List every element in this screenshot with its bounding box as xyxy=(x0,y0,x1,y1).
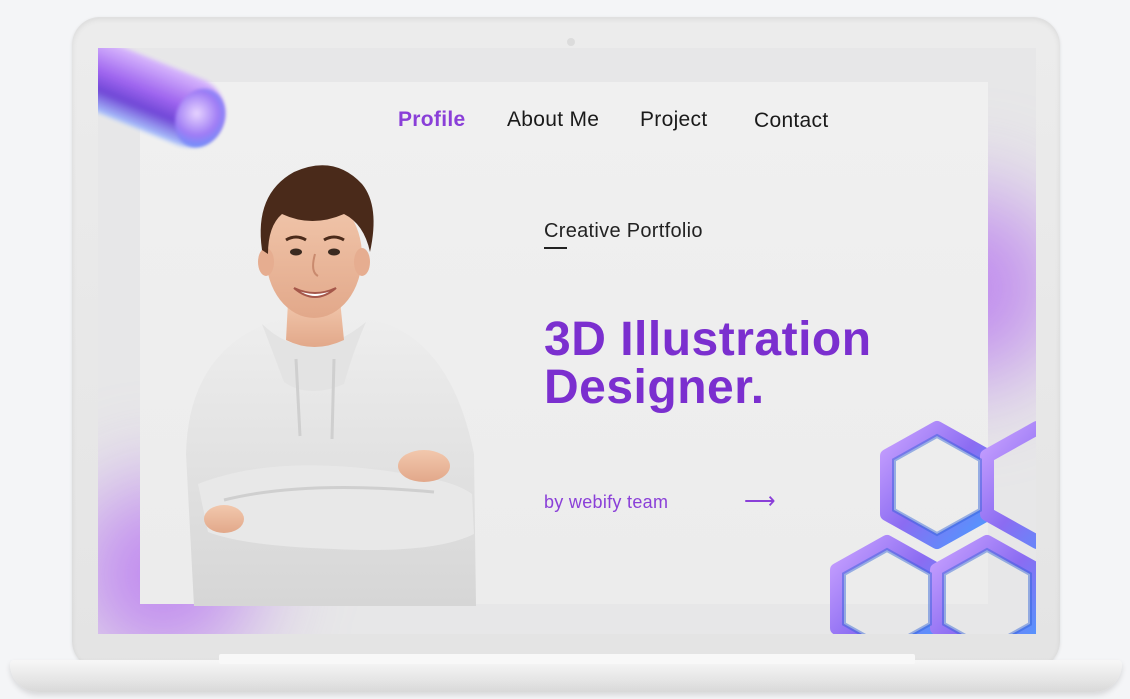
page-title: 3D Illustration Designer. xyxy=(544,316,872,412)
nav-item-about-me[interactable]: About Me xyxy=(507,108,599,132)
nav-item-profile[interactable]: Profile xyxy=(398,108,465,132)
portrait-image xyxy=(186,165,476,606)
laptop-base xyxy=(10,660,1122,692)
tagline: Creative Portfolio xyxy=(544,220,703,242)
byline: by webify team xyxy=(544,492,669,512)
headline-line-2: Designer. xyxy=(544,361,765,414)
laptop-screen: Profile About Me Project Contact Creativ… xyxy=(98,48,1036,634)
arrow-right-icon[interactable]: ⟶ xyxy=(744,488,776,514)
tagline-underline xyxy=(544,247,567,249)
camera-icon xyxy=(567,38,575,46)
nav-item-project[interactable]: Project xyxy=(640,108,707,132)
laptop-base-notch xyxy=(219,654,915,664)
nav-item-contact[interactable]: Contact xyxy=(754,109,828,133)
hexagon-3d-icon xyxy=(830,421,1036,634)
headline-line-1: 3D Illustration xyxy=(544,313,872,366)
